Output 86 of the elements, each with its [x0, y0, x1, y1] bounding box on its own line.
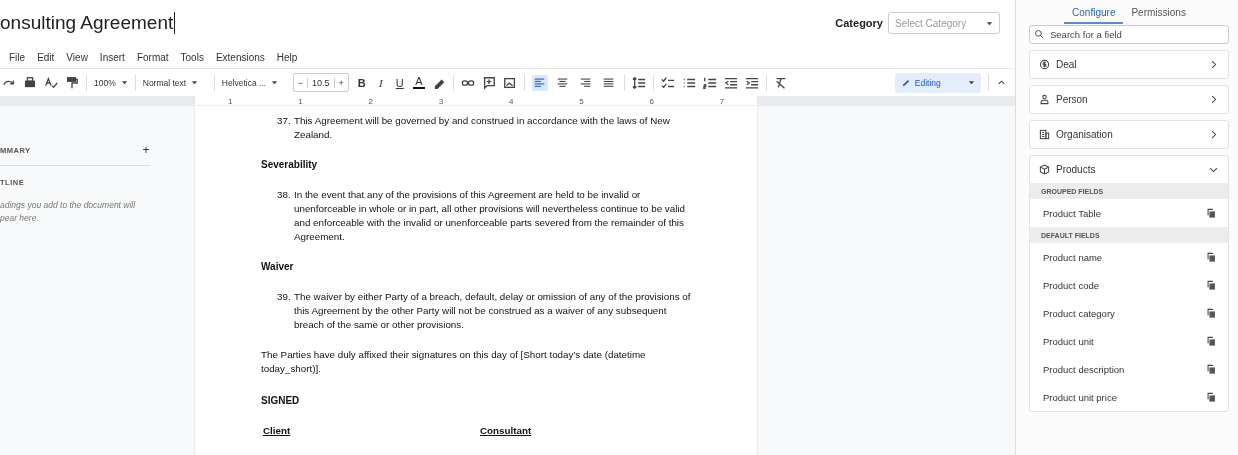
copy-icon — [1206, 307, 1217, 319]
caret-down-icon — [271, 79, 279, 86]
copy-icon — [1206, 279, 1217, 291]
ruler-number: 4 — [508, 96, 514, 106]
field-item[interactable]: Product category — [1030, 299, 1228, 327]
menu-item[interactable]: Insert — [98, 51, 126, 63]
field-item[interactable]: Product Table — [1030, 199, 1228, 227]
section-heading: SIGNED — [261, 394, 301, 408]
clause-text: The waiver by either Party of a breach, default, delay or omission of any of the provisions of this Agreement by the other Party will not be construed as a waiver of any subsequent breach of the same or other provisions. — [294, 290, 692, 332]
ruler-number: 2 — [368, 96, 373, 106]
ruler-number: 7 — [719, 96, 725, 106]
section-header[interactable]: Products — [1030, 156, 1228, 183]
indent-decrease-icon — [723, 75, 738, 90]
menu-item[interactable]: Format — [135, 51, 170, 63]
bold-button[interactable]: B — [355, 76, 368, 89]
checklist-icon — [660, 75, 675, 90]
indent-increase-icon — [744, 75, 759, 90]
pencil-icon — [900, 77, 911, 88]
copy-icon — [1206, 363, 1217, 375]
menu-item[interactable]: Edit — [36, 51, 56, 63]
copy-icon — [1206, 207, 1217, 219]
underline-button[interactable]: U — [393, 76, 406, 89]
spellcheck-icon — [44, 75, 58, 90]
field-item[interactable]: Product unit — [1030, 327, 1228, 355]
field-item[interactable]: Product unit price — [1030, 383, 1228, 411]
align-button[interactable] — [531, 74, 548, 91]
caret-down-icon — [967, 79, 975, 86]
mode-dropdown[interactable]: Editing — [894, 72, 981, 93]
document-title[interactable]: onsulting Agreement — [0, 12, 176, 34]
caret-down-icon — [191, 79, 199, 86]
menu-item[interactable]: Extensions — [214, 51, 266, 63]
menu-item[interactable]: File — [8, 51, 27, 63]
ruler-number: 3 — [438, 96, 444, 106]
person-icon — [1039, 94, 1050, 105]
paint-format-icon — [65, 75, 79, 90]
field-item[interactable]: Product code — [1030, 271, 1228, 299]
print-icon — [23, 75, 37, 90]
box-icon — [1039, 164, 1050, 175]
signature-party: Client — [263, 424, 292, 438]
style-dropdown[interactable]: Normal text — [142, 77, 207, 88]
section-heading: Severability — [261, 158, 319, 172]
italic-button[interactable]: I — [374, 76, 387, 89]
ruler-number: 5 — [579, 96, 584, 106]
section-header[interactable]: Deal — [1030, 51, 1228, 78]
copy-icon — [1206, 251, 1217, 263]
clause-number: 37. — [277, 114, 292, 128]
clear-formatting-icon — [773, 75, 788, 90]
clause-number: 38. — [277, 188, 292, 202]
menu-item[interactable]: Help — [275, 51, 299, 63]
font-dropdown[interactable]: Helvetica ... — [221, 77, 286, 88]
comment-icon — [481, 75, 496, 90]
building-icon — [1039, 129, 1050, 140]
clause-number: 39. — [277, 290, 292, 304]
numbered-list-icon — [702, 75, 717, 90]
ruler-number: 1 — [298, 96, 303, 106]
search-icon — [1034, 29, 1044, 39]
text-color-button[interactable]: A — [412, 76, 425, 89]
search-field[interactable]: Search for a field — [1029, 25, 1229, 44]
caret-down-icon — [120, 79, 128, 86]
field-item[interactable]: Product description — [1030, 355, 1228, 383]
ruler-number: 6 — [649, 96, 654, 106]
zoom-dropdown[interactable]: 100% — [94, 77, 128, 88]
clause-text: This Agreement will be governed by and construed in accordance with the laws of New Zealand. — [294, 114, 671, 142]
copy-icon — [1206, 335, 1217, 347]
clause-text: In the event that any of the provisions of this Agreement are held to be invalid or unenforceable in whole or in part, all other provisions will nevertheless continue to be valid and enforceable with the invalid or unenforceable parts severed from the remainder of this Agreement. — [294, 188, 686, 244]
line-spacing-icon — [631, 75, 646, 90]
section-heading: Waiver — [261, 260, 295, 274]
caret-down-icon — [986, 19, 993, 27]
outline-hint: adings you add to the document will pear here. — [0, 199, 137, 225]
increase-size-button[interactable]: + — [334, 77, 348, 88]
menu-item[interactable]: View — [65, 51, 89, 63]
paragraph: The Parties have duly affixed their signatures on this day of [Short today's date (datetime today_short)]. — [261, 348, 647, 376]
panel-tab[interactable]: Permissions — [1123, 7, 1194, 24]
dollar-circle-icon — [1039, 59, 1050, 70]
font-size-field[interactable]: 10.5 — [307, 77, 335, 88]
signature-party: Consultant — [480, 424, 532, 438]
ruler-number: 1 — [227, 96, 233, 106]
copy-icon — [1206, 391, 1217, 403]
section-header[interactable]: Person — [1030, 86, 1228, 113]
decrease-size-button[interactable]: − — [293, 77, 307, 88]
section-header[interactable]: Organisation — [1030, 121, 1228, 148]
image-icon — [502, 75, 517, 90]
category-label: Category — [835, 17, 883, 29]
field-item[interactable]: Product name — [1030, 243, 1228, 271]
menu-item[interactable]: Tools — [179, 51, 205, 63]
add-summary-button[interactable]: + — [142, 146, 150, 155]
